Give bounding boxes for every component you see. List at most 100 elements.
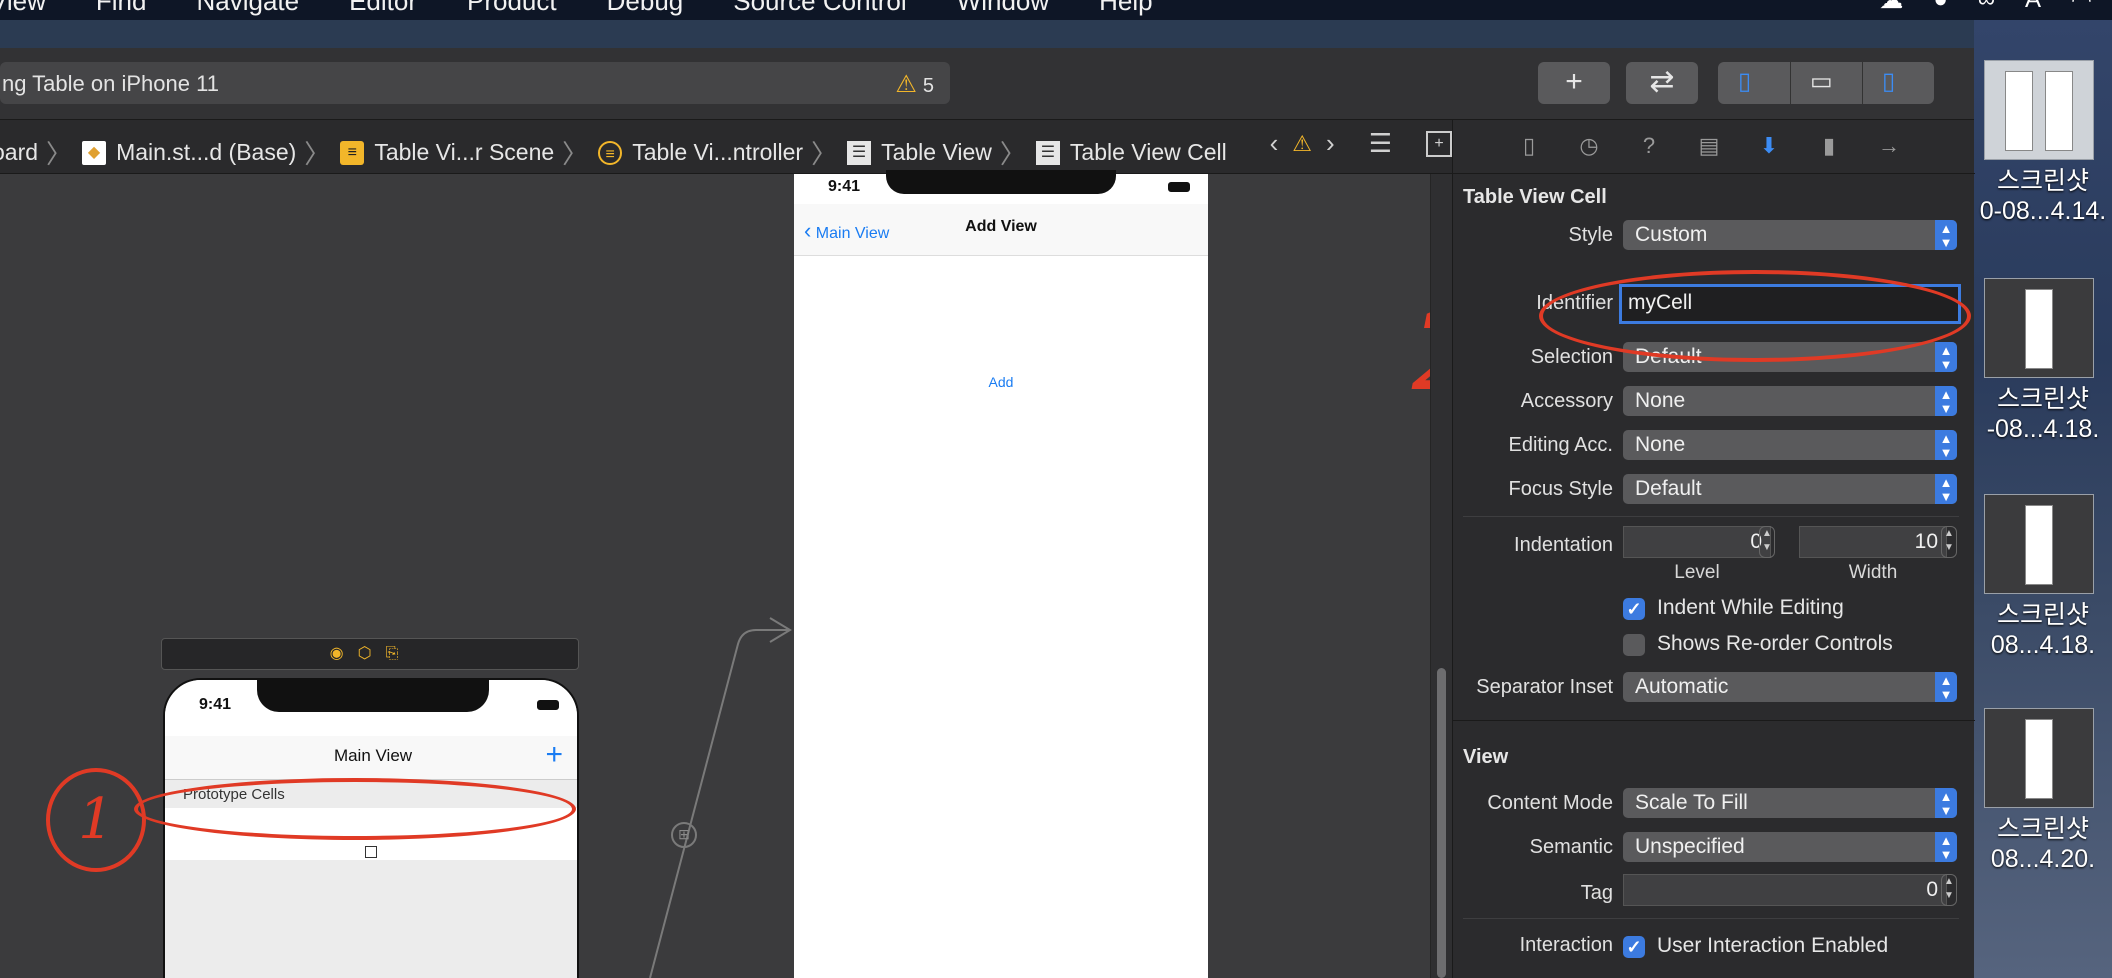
shows-reorder-label: Shows Re-order Controls [1657,632,1893,655]
jump-bar: oard 〉 ◆ Main.st...d (Base) 〉 ≡ Table Vi… [0,120,1452,174]
debug-area-toggle-icon[interactable]: ▭ [1810,62,1833,102]
toolbar: ng Table on iPhone 11 ⚠ 5 + ⇄ ▯ ▭ ▯ [0,48,1974,120]
warning-indicator[interactable]: ⚠ 5 [895,70,934,99]
next-issue-icon[interactable]: › [1326,128,1335,159]
chevron-right-icon: 〉 [304,139,331,169]
menu-navigate[interactable]: Navigate [196,0,299,17]
accessory-popup[interactable]: None ▲ ▼ [1623,386,1957,416]
navigation-bar: ‹ Main View Add View [794,204,1208,256]
annotation-ellipse-1 [134,778,576,840]
menu-help[interactable]: Help [1099,0,1152,17]
editing-accessory-popup[interactable]: None ▲ ▼ [1623,430,1957,460]
device-notch [886,170,1116,194]
connections-inspector-icon[interactable]: → [1875,132,1903,160]
menu-window[interactable]: Window [957,0,1049,17]
status-time: 9:41 [828,178,861,195]
desktop-file-thumbnail[interactable] [1984,60,2094,160]
menu-view[interactable]: View [0,0,46,17]
breadcrumb-item[interactable]: Table View Cell [1070,139,1227,166]
indentation-level-stepper[interactable]: ▲ ▼ [1759,526,1775,558]
code-review-button[interactable]: ⇄ [1626,62,1698,104]
panel-toggle-group: ▯ ▭ ▯ [1718,62,1934,104]
ghost-icon[interactable]: ☁ [1879,0,1903,15]
attributes-inspector: ▯ ◷ ? ▤ ⬇ ▮ → Table View Cell Style Cust… [1452,120,1975,978]
indentation-width-field[interactable]: 10 [1799,526,1947,558]
menu-debug[interactable]: Debug [607,0,684,17]
style-popup[interactable]: Custom ▲ ▼ [1623,220,1957,250]
history-inspector-icon[interactable]: ◷ [1575,132,1603,160]
desktop-file-label: 0-08...4.14. [1979,197,2107,225]
popup-arrows-icon: ▲ ▼ [1935,220,1957,250]
breadcrumb-item[interactable]: Main.st...d (Base) [116,139,296,166]
navigator-toggle-icon[interactable]: ▯ [1738,62,1751,102]
indentation-level-field[interactable]: 0 [1623,526,1771,558]
style-label: Style [1568,224,1613,246]
section-title-view: View [1463,746,1509,768]
desktop-file-thumbnail[interactable] [1984,494,2094,594]
breadcrumb-item[interactable]: Table Vi...r Scene [374,139,554,166]
desktop-file-label: 스크린샷 [1996,815,2089,843]
content-mode-popup[interactable]: Scale To Fill ▲ ▼ [1623,788,1957,818]
breadcrumb-item[interactable]: Table Vi...ntroller [632,139,803,166]
user-interaction-checkbox[interactable]: ✓ [1623,936,1645,958]
popup-arrows-icon: ▲ ▼ [1935,430,1957,460]
tag-stepper[interactable]: ▲ ▼ [1941,874,1957,906]
focus-style-label: Focus Style [1508,478,1613,500]
desktop-file-thumbnail[interactable] [1984,708,2094,808]
size-inspector-icon[interactable]: ▮ [1815,132,1843,160]
first-responder-icon[interactable]: ⬡ [358,645,386,662]
inspector-toggle-icon[interactable]: ▯ [1882,62,1895,102]
indent-while-editing-checkbox[interactable]: ✓ [1623,598,1645,620]
focus-style-popup[interactable]: Default ▲ ▼ [1623,474,1957,504]
activity-view[interactable]: ng Table on iPhone 11 ⚠ 5 [0,62,950,104]
indentation-width-stepper[interactable]: ▲ ▼ [1941,526,1957,558]
notification-badge-icon[interactable]: ● [1933,0,1948,15]
separator-inset-popup[interactable]: Automatic ▲ ▼ [1623,672,1957,702]
add-button[interactable]: Add [794,374,1208,390]
tag-field[interactable]: 0 [1623,874,1947,906]
add-editor-icon[interactable]: + [1426,130,1452,157]
inspector-tabs: ▯ ◷ ? ▤ ⬇ ▮ → [1453,120,1975,174]
storyboard-canvas[interactable]: ⊞ 9:41 ‹ Main View Add View Add ◉⬡⎘ 9:41… [0,170,1482,978]
exit-icon[interactable]: ⎘ [386,645,413,662]
width-caption: Width [1848,562,1898,583]
glasses-icon[interactable]: ∞ [1978,0,1995,15]
add-view-scene[interactable]: 9:41 ‹ Main View Add View Add [794,170,1208,978]
menu-product[interactable]: Product [467,0,557,17]
warning-icon: ⚠ [895,71,917,98]
status-time: 9:41 [199,696,232,713]
section-divider [1453,720,1975,721]
add-bar-button[interactable]: + [545,738,563,772]
desktop-file-label: 08...4.18. [1990,631,2096,659]
input-source-icon[interactable]: A [2025,0,2041,15]
file-inspector-icon[interactable]: ▯ [1515,132,1543,160]
wifi-icon[interactable]: ◠ [2071,0,2092,15]
scheme-title: ng Table on iPhone 11 [2,71,219,96]
semantic-popup[interactable]: Unspecified ▲ ▼ [1623,832,1957,862]
previous-issue-icon[interactable]: ‹ [1270,128,1279,159]
library-button[interactable]: + [1538,62,1610,104]
help-inspector-icon[interactable]: ? [1635,132,1663,160]
segue-icon[interactable]: ⊞ [671,822,697,848]
menu-editor[interactable]: Editor [349,0,417,17]
status-icons: ☁ ● ∞ A ◠ [1879,0,2092,15]
desktop-file-label: 스크린샷 [1996,385,2089,413]
identity-inspector-icon[interactable]: ▤ [1695,132,1723,160]
breadcrumb-item[interactable]: Table View [881,139,992,166]
editor-options-icon[interactable]: ☰ [1369,128,1392,159]
indent-while-editing-label: Indent While Editing [1657,596,1844,619]
menu-find[interactable]: Find [96,0,147,17]
scene-dock: ◉⬡⎘ [161,638,579,670]
controller-icon[interactable]: ◉ [330,645,358,662]
menu-bar: View Find Navigate Editor Product Debug … [0,0,2112,20]
controller-icon: ≡ [598,140,623,165]
scrollbar-thumb[interactable] [1437,668,1446,978]
tableview-icon: ☰ [847,140,872,165]
attributes-inspector-icon[interactable]: ⬇ [1755,132,1783,160]
breadcrumb-item[interactable]: oard [0,139,38,166]
menu-source-control[interactable]: Source Control [733,0,906,17]
canvas-scrollbar[interactable] [1430,174,1452,978]
shows-reorder-checkbox[interactable] [1623,634,1645,656]
desktop-file-thumbnail[interactable] [1984,278,2094,378]
warning-icon[interactable]: ⚠ [1292,131,1312,157]
